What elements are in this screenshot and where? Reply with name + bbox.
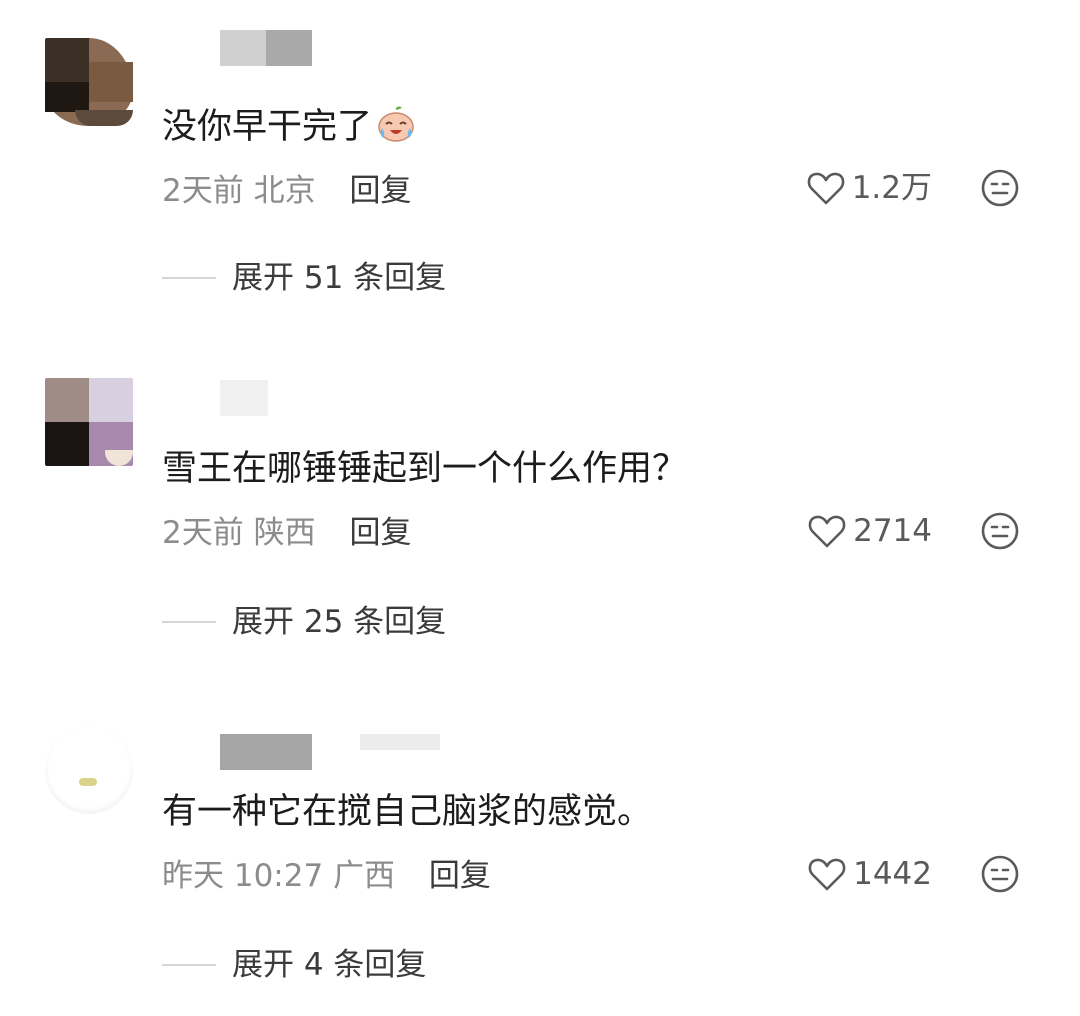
comment-text: 有一种它在搅自己脑浆的感觉。	[162, 792, 653, 832]
reply-button[interactable]: 回复	[429, 858, 491, 894]
heart-outline-icon	[808, 858, 846, 891]
like-button[interactable]: 1442	[807, 854, 932, 894]
crying-laughing-face-icon	[378, 106, 414, 142]
neutral-face-icon[interactable]	[980, 168, 1020, 208]
heart-outline-icon	[807, 172, 845, 205]
avatar[interactable]	[45, 726, 133, 814]
comment-text: 雪王在哪锤锤起到一个什么作用？	[162, 449, 688, 489]
expand-replies-button[interactable]: 展开 25 条回复	[162, 602, 446, 642]
comment-meta: 2天前 北京 回复	[162, 171, 411, 211]
reply-button[interactable]: 回复	[349, 173, 411, 209]
like-button[interactable]: 2714	[807, 511, 932, 551]
comment-meta: 昨天 10:27 广西 回复	[162, 856, 491, 896]
comment-location: 北京	[253, 173, 316, 209]
like-button[interactable]: 1.2万	[806, 168, 932, 208]
expand-replies-button[interactable]: 展开 4 条回复	[162, 945, 426, 985]
comment-text: 没你早干完了	[162, 104, 416, 149]
username-redacted[interactable]	[220, 380, 268, 416]
comment-time: 2天前	[162, 173, 244, 209]
expand-replies-label: 展开 25 条回复	[232, 604, 447, 640]
comment-time: 昨天 10:27	[162, 858, 324, 894]
like-count: 2714	[853, 513, 932, 549]
like-count: 1.2万	[851, 170, 932, 206]
avatar[interactable]	[45, 38, 133, 126]
expand-replies-button[interactable]: 展开 51 条回复	[162, 258, 446, 298]
reply-button[interactable]: 回复	[349, 515, 411, 551]
like-count: 1442	[853, 856, 932, 892]
avatar[interactable]	[45, 378, 133, 466]
heart-outline-icon	[808, 515, 846, 548]
expand-divider	[162, 277, 216, 279]
expand-divider	[162, 621, 216, 623]
neutral-face-icon[interactable]	[980, 854, 1020, 894]
username-redacted[interactable]	[220, 30, 312, 66]
comment-time: 2天前	[162, 515, 244, 551]
comment-location: 广西	[333, 858, 396, 894]
expand-replies-label: 展开 51 条回复	[232, 260, 447, 296]
expand-replies-label: 展开 4 条回复	[232, 947, 427, 983]
comment-location: 陕西	[253, 515, 316, 551]
expand-divider	[162, 964, 216, 966]
comment-meta: 2天前 陕西 回复	[162, 513, 411, 553]
username-redacted[interactable]	[220, 734, 440, 770]
neutral-face-icon[interactable]	[980, 511, 1020, 551]
